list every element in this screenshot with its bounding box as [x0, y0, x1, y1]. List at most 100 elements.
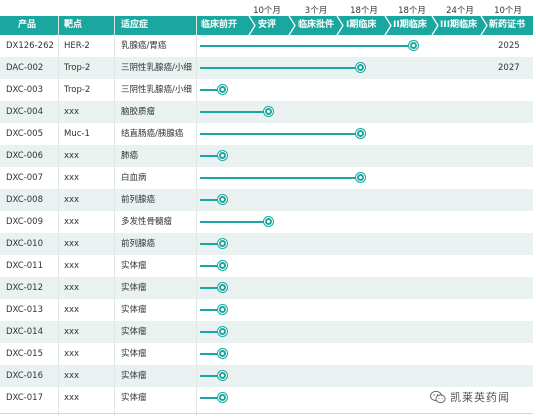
product-target: HER-2 [64, 41, 90, 51]
progress-dot [218, 239, 227, 248]
header-stage: I期临床 [346, 20, 377, 30]
product-target: xxx [64, 261, 80, 271]
column-divider [114, 16, 115, 416]
chevron-right-icon [384, 16, 392, 35]
product-code: DXC-013 [6, 305, 43, 315]
product-indication: 实体瘤 [121, 327, 147, 337]
product-code: DX126-262 [6, 41, 54, 51]
product-indication: 脑胶质瘤 [121, 107, 156, 117]
progress-dot [356, 173, 365, 182]
product-indication: 前列腺癌 [121, 195, 156, 205]
chevron-right-icon [431, 16, 439, 35]
column-divider [196, 16, 197, 416]
table-row: DXC-016 xxx 实体瘤 [0, 365, 533, 387]
table-row: DAC-002 Trop-2 三阴性乳腺癌/小细 2027 [0, 57, 533, 79]
table-row: DXC-008 xxx 前列腺癌 [0, 189, 533, 211]
product-code: DXC-004 [6, 107, 43, 117]
product-target: xxx [64, 283, 80, 293]
header-stage: 临床前开 [201, 20, 238, 30]
wechat-icon [430, 390, 446, 404]
table-header: 产品 靶点 适应症 临床前开 安评 临床批件 I期临床 II期临床 III期临床… [0, 16, 533, 35]
table-row: DXC-007 xxx 白血病 [0, 167, 533, 189]
duration-label: 10个月 [494, 6, 522, 16]
product-target: xxx [64, 305, 80, 315]
product-code: DXC-005 [6, 129, 43, 139]
product-indication: 乳腺癌/胃癌 [121, 41, 167, 51]
product-indication: 多发性骨髓瘤 [121, 217, 173, 227]
product-target: xxx [64, 393, 80, 403]
product-target: xxx [64, 371, 80, 381]
product-code: DXC-003 [6, 85, 43, 95]
product-target: xxx [64, 327, 80, 337]
header-stage: II期临床 [393, 20, 427, 30]
pipeline-table: 10个月 3个月 18个月 18个月 24个月 10个月 产品 靶点 适应症 临… [0, 0, 536, 420]
chevron-right-icon [480, 16, 488, 35]
progress-line [200, 221, 268, 223]
product-indication: 结直肠癌/胰腺癌 [121, 129, 184, 139]
table-row: DXC-006 xxx 肺癌 [0, 145, 533, 167]
table-row: DXC-009 xxx 多发性骨髓瘤 [0, 211, 533, 233]
product-code: DXC-008 [6, 195, 43, 205]
product-indication: 实体瘤 [121, 283, 147, 293]
product-indication: 肺癌 [121, 151, 139, 161]
progress-line [200, 111, 268, 113]
header-stage: 新药证书 [489, 20, 526, 30]
progress-dot [218, 85, 227, 94]
progress-dot [218, 393, 227, 402]
chevron-right-icon [336, 16, 344, 35]
progress-dot [218, 371, 227, 380]
table-row: DXC-014 xxx 实体瘤 [0, 321, 533, 343]
product-indication: 实体瘤 [121, 349, 147, 359]
progress-line [200, 133, 360, 135]
header-stage: 安评 [258, 20, 277, 30]
column-divider [58, 16, 59, 416]
progress-dot [264, 107, 273, 116]
header-indication: 适应症 [121, 20, 149, 30]
product-indication: 实体瘤 [121, 393, 147, 403]
progress-dot [218, 305, 227, 314]
progress-dot [218, 151, 227, 160]
product-indication: 实体瘤 [121, 305, 147, 315]
progress-dot [264, 217, 273, 226]
chevron-right-icon [248, 16, 256, 35]
progress-dot [409, 41, 418, 50]
product-code: DAC-002 [6, 63, 44, 73]
table-row: DXC-005 Muc-1 结直肠癌/胰腺癌 [0, 123, 533, 145]
header-stage: 临床批件 [298, 20, 335, 30]
table-row: DXC-004 xxx 脑胶质瘤 [0, 101, 533, 123]
table-row: DXC-011 xxx 实体瘤 [0, 255, 533, 277]
header-stage: III期临床 [440, 20, 478, 30]
product-indication: 前列腺癌 [121, 239, 156, 249]
product-code: DXC-015 [6, 349, 43, 359]
progress-dot [356, 129, 365, 138]
table-row: DXC-013 xxx 实体瘤 [0, 299, 533, 321]
progress-dot [218, 327, 227, 336]
table-row: DXC-015 xxx 实体瘤 [0, 343, 533, 365]
product-code: DXC-012 [6, 283, 43, 293]
table-bottom-border [0, 413, 533, 414]
approval-year: 2025 [498, 41, 520, 51]
product-target: Trop-2 [64, 63, 91, 73]
product-target: Trop-2 [64, 85, 91, 95]
product-target: xxx [64, 151, 80, 161]
duration-label: 10个月 [253, 6, 281, 16]
product-code: DXC-017 [6, 393, 43, 403]
duration-label: 18个月 [398, 6, 426, 16]
product-indication: 实体瘤 [121, 261, 147, 271]
progress-dot [218, 349, 227, 358]
product-indication: 三阴性乳腺癌/小细 [121, 85, 192, 95]
table-row: DXC-003 Trop-2 三阴性乳腺癌/小细 [0, 79, 533, 101]
table-row: DXC-010 xxx 前列腺癌 [0, 233, 533, 255]
progress-dot [356, 63, 365, 72]
watermark: 凯莱英药闻 [430, 386, 510, 408]
product-target: xxx [64, 217, 80, 227]
watermark-text: 凯莱英药闻 [450, 391, 510, 404]
product-code: DXC-014 [6, 327, 43, 337]
progress-line [200, 177, 360, 179]
product-code: DXC-006 [6, 151, 43, 161]
product-indication: 白血病 [121, 173, 147, 183]
approval-year: 2027 [498, 63, 520, 73]
product-code: DXC-011 [6, 261, 43, 271]
product-code: DXC-010 [6, 239, 43, 249]
product-code: DXC-007 [6, 173, 43, 183]
